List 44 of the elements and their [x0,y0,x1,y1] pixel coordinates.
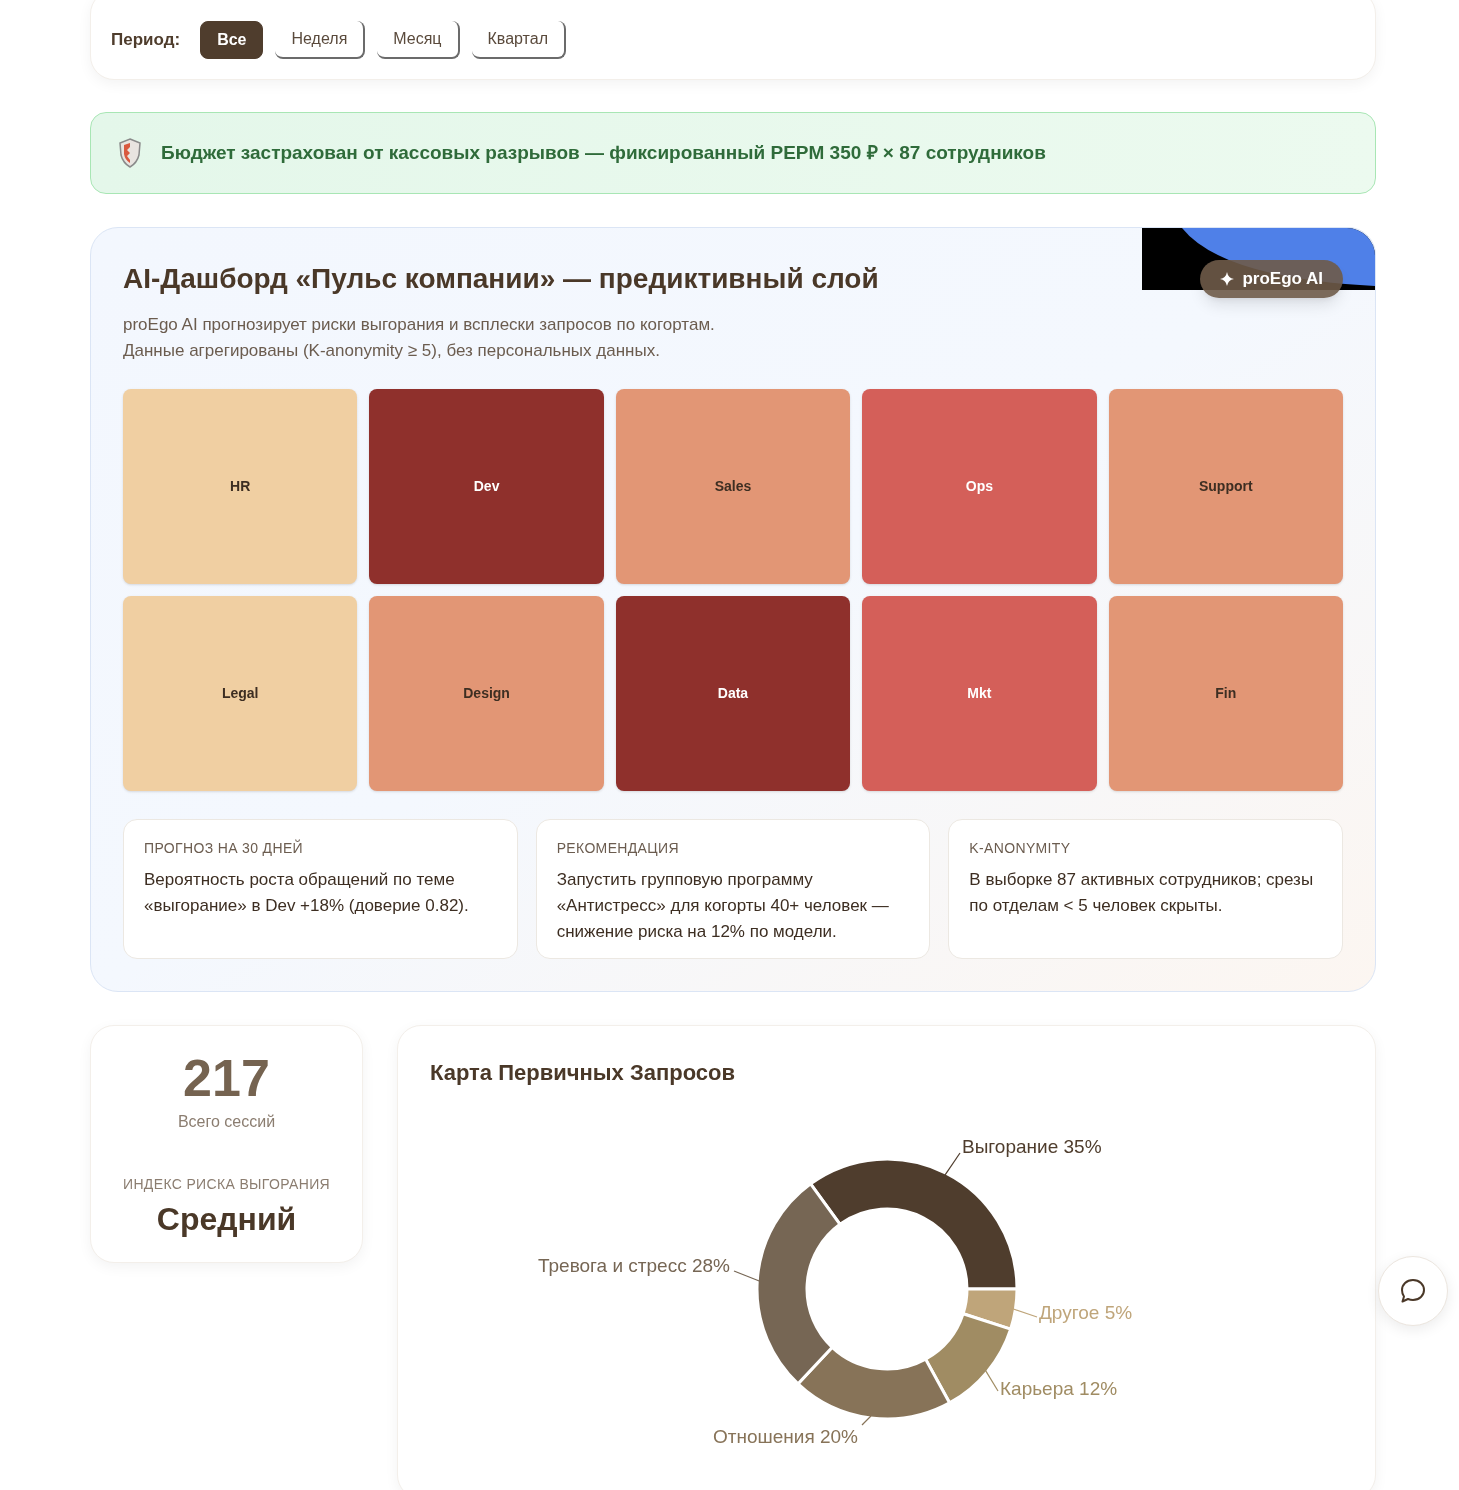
leader-line [944,1152,961,1176]
insight-heading: ПРОГНОЗ НА 30 ДНЕЙ [144,838,304,858]
heatmap-cell: Legal [123,596,358,791]
heatmap-cell: Fin [1108,596,1343,791]
badge-label: proEgo AI [1242,268,1323,291]
heatmap-cell: Dev [369,389,604,584]
insight-text: Запустить групповую программу «Антистресс» для когорты 40+ человек — снижение риска на 12% по модели. [556,869,890,943]
insight-heading: K-ANONYMITY [969,839,1072,858]
risk-index-value: Средний [156,1200,297,1239]
chat-bubble-icon [1399,1277,1427,1305]
slice-label: Отношения 20% [712,1426,858,1447]
description-text: Данные агрегированы (K-anonymity ≥ 5), без персональных данных. [123,340,661,362]
heatmap-cell: Support [1108,389,1343,584]
slice-label: Карьера 12% [1000,1378,1118,1399]
leader-line [985,1370,999,1392]
sessions-label: Всего сессий [177,1112,276,1132]
heatmap-cell: HR [123,389,358,584]
leader-line [1012,1308,1038,1318]
heatmap-cell: Sales [615,389,851,584]
period-tab[interactable]: Квартал [471,21,566,59]
heatmap-cell: Design [369,596,604,791]
leader-line [733,1270,760,1282]
dashboard-title: AI-Дашборд «Пульс компании» — предиктивный слой [123,262,879,296]
insight-text: В выборке 87 активных сотрудников; срезы по отделам < 5 человек скрыты. [969,869,1315,917]
sparkle-icon [1220,272,1235,286]
leader-line [861,1415,872,1426]
heatmap-cell: Ops [862,389,1097,584]
heatmap-cell: Data [615,596,851,791]
slice-label: Другое 5% [1039,1302,1133,1323]
risk-index-label: ИНДЕКС РИСКА ВЫГОРАНИЯ [123,1175,330,1194]
chart-title: Карта Первичных Запросов [430,1059,737,1087]
period-label: Период: [111,29,181,52]
period-tab[interactable]: Месяц [377,21,460,59]
slice-label: Выгорание 35% [962,1136,1102,1157]
description-text: proEgo AI прогнозирует риски выгорания и всплески запросов по когортам. [123,314,716,336]
banner-text: Бюджет застрахован от кассовых разрывов — фиксированный PEPM 350 ₽ × 87 сотрудников [161,140,1046,165]
heatmap-cell: Mkt [862,596,1097,791]
sessions-count: 217 [183,1050,270,1106]
insight-heading: РЕКОМЕНДАЦИЯ [556,839,680,858]
shield-icon [119,138,141,168]
period-tab[interactable]: Неделя [275,21,366,59]
slice-label: Тревога и стресс 28% [538,1255,730,1276]
insight-text: Вероятность роста обращений по теме «выгорание» в Dev +18% (доверие 0.82). [144,869,470,917]
period-tab[interactable]: Все [200,21,264,59]
